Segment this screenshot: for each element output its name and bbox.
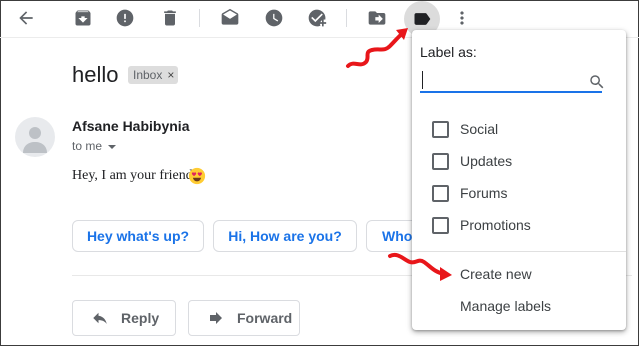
search-icon	[588, 73, 606, 91]
inbox-label-text: Inbox	[133, 68, 163, 82]
mark-unread-icon[interactable]	[217, 5, 243, 31]
smart-reply-1[interactable]: Hey what's up?	[72, 220, 204, 252]
reply-label: Reply	[121, 310, 160, 326]
inbox-label-chip[interactable]: Inbox ×	[128, 66, 179, 84]
archive-icon[interactable]	[70, 5, 96, 31]
manage-labels[interactable]: Manage labels	[460, 298, 551, 314]
label-option-text: Social	[460, 121, 499, 137]
move-to-icon[interactable]	[364, 5, 390, 31]
checkbox[interactable]	[432, 152, 449, 170]
more-icon[interactable]	[449, 5, 475, 31]
recipient-text: to me	[72, 139, 103, 153]
person-icon	[23, 127, 47, 153]
reply-button[interactable]: Reply	[72, 300, 176, 336]
email-body: Hey, I am your friend.	[72, 168, 197, 183]
avatar	[15, 117, 55, 157]
toolbar-separator	[346, 9, 347, 27]
forward-label: Forward	[237, 310, 293, 326]
recipient-toggle[interactable]: to me	[72, 139, 117, 153]
label-option-social[interactable]: Social	[432, 117, 498, 141]
text-cursor	[422, 71, 423, 89]
label-option-text: Updates	[460, 153, 513, 169]
label-search-input[interactable]	[420, 91, 602, 93]
remove-label-icon[interactable]: ×	[167, 68, 174, 82]
chevron-down-icon	[108, 144, 117, 149]
report-spam-icon[interactable]	[112, 5, 138, 31]
label-option-text: Promotions	[460, 217, 531, 233]
heart-eyes-emoji-icon	[188, 167, 206, 185]
checkbox[interactable]	[432, 120, 449, 138]
create-new-label[interactable]: Create new	[460, 266, 532, 282]
label-option-updates[interactable]: Updates	[432, 149, 512, 173]
smart-reply-2[interactable]: Hi, How are you?	[213, 220, 357, 252]
snooze-icon[interactable]	[261, 5, 287, 31]
label-option-promotions[interactable]: Promotions	[432, 213, 531, 237]
checkbox[interactable]	[432, 216, 449, 234]
checkbox[interactable]	[432, 184, 449, 202]
sender-name: Afsane Habibynia	[72, 118, 190, 134]
menu-divider	[412, 251, 626, 252]
forward-icon	[210, 312, 222, 324]
email-subject: hello	[72, 62, 119, 87]
menu-title: Label as:	[420, 44, 477, 60]
forward-button[interactable]: Forward	[188, 300, 300, 336]
back-arrow-icon[interactable]	[13, 5, 39, 31]
label-option-forums[interactable]: Forums	[432, 181, 507, 205]
toolbar-separator	[199, 9, 200, 27]
add-to-tasks-icon[interactable]	[304, 5, 330, 31]
delete-icon[interactable]	[157, 5, 183, 31]
label-option-text: Forums	[460, 185, 508, 201]
label-as-menu: Label as: Social Updates Forums Promotio…	[412, 30, 626, 330]
reply-icon	[93, 312, 107, 324]
